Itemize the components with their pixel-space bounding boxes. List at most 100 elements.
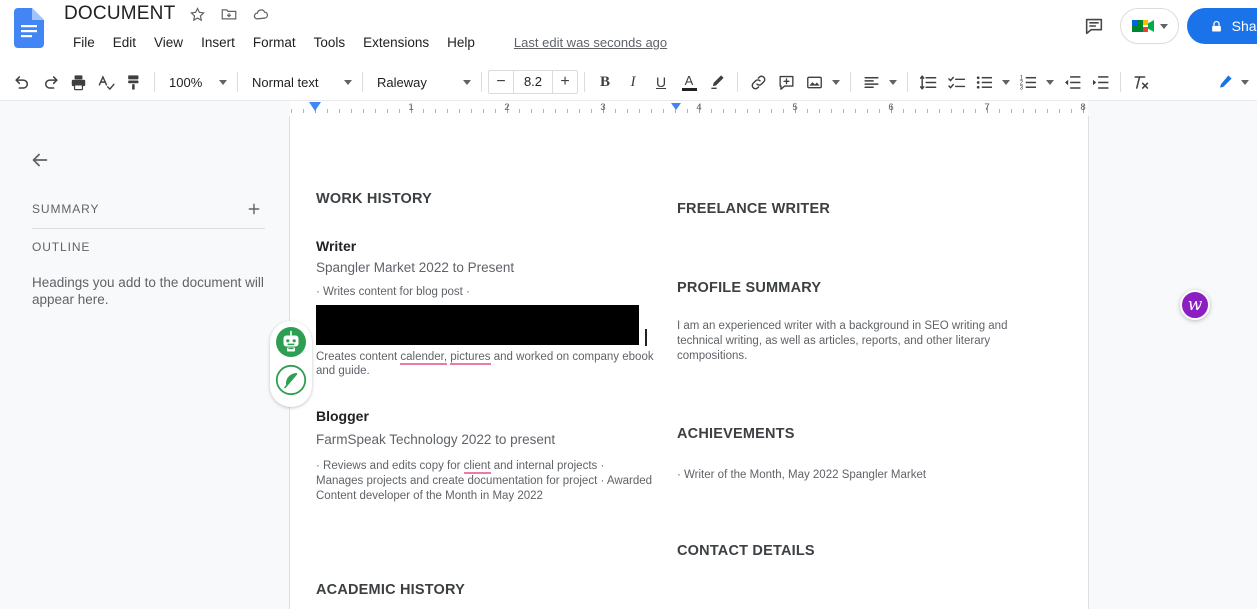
pencil-edit-icon[interactable] [1211, 68, 1239, 96]
font-size-input[interactable]: 8.2 [513, 71, 553, 93]
undo-icon[interactable] [8, 68, 36, 96]
chevron-down-icon [219, 79, 227, 85]
numbered-list-dropdown[interactable] [1042, 68, 1058, 96]
feather-quill-icon[interactable] [274, 363, 308, 397]
paragraph-style-value: Normal text [252, 74, 319, 90]
chevron-down-icon [344, 79, 352, 85]
toolbar-divider [907, 72, 908, 92]
last-edit-link[interactable]: Last edit was seconds ago [514, 33, 667, 53]
ruler-tick [291, 109, 292, 113]
page-title[interactable]: DOCUMENT [64, 3, 175, 25]
numbered-list-icon[interactable]: 1 2 3 [1014, 68, 1042, 96]
ruler-tick [951, 109, 952, 113]
profile-summary-heading: PROFILE SUMMARY [677, 280, 822, 296]
spelling-error[interactable]: calender, [400, 351, 448, 365]
ruler-tick [783, 109, 784, 113]
menu-help[interactable]: Help [438, 31, 484, 55]
job-description-blogger: · Reviews and edits copy for client and … [316, 459, 654, 504]
font-family-value: Raleway [377, 74, 427, 90]
google-meet-icon [1130, 15, 1156, 37]
decrease-font-size-button[interactable]: − [489, 71, 513, 93]
zoom-select[interactable]: 100% [161, 69, 231, 95]
back-arrow-icon[interactable] [24, 144, 56, 176]
paint-format-icon[interactable] [120, 68, 148, 96]
spelling-error[interactable]: client [463, 460, 491, 474]
formatting-toolbar: 100% Normal text Raleway − 8.2 + B I U A… [0, 64, 1257, 100]
plus-icon[interactable] [243, 198, 265, 220]
comment-history-icon[interactable] [1076, 8, 1112, 44]
ruler-tick [471, 109, 472, 113]
ruler-tick [867, 109, 868, 113]
cloud-saved-icon[interactable] [251, 4, 271, 24]
ruler-tick [639, 109, 640, 113]
ruler-tick [759, 109, 760, 113]
right-indent-marker[interactable] [671, 103, 681, 110]
document-page[interactable]: WORK HISTORY Writer Spangler Market 2022… [290, 116, 1088, 609]
align-dropdown[interactable] [885, 68, 901, 96]
star-icon[interactable] [187, 4, 207, 24]
font-family-select[interactable]: Raleway [369, 69, 475, 95]
wordtune-badge-icon[interactable]: w [1180, 290, 1210, 320]
header-actions: Share [1076, 8, 1257, 44]
checklist-icon[interactable] [942, 68, 970, 96]
menu-file[interactable]: File [64, 31, 104, 55]
google-meet-button[interactable] [1119, 8, 1179, 44]
move-to-folder-icon[interactable] [219, 4, 239, 24]
paragraph-style-select[interactable]: Normal text [244, 69, 356, 95]
menu-tools[interactable]: Tools [305, 31, 355, 55]
bold-button[interactable]: B [591, 68, 619, 96]
insert-image-icon[interactable] [800, 68, 828, 96]
document-left-column: WORK HISTORY Writer Spangler Market 2022… [316, 191, 658, 598]
clear-formatting-icon[interactable] [1127, 68, 1155, 96]
highlight-pen-icon[interactable] [703, 68, 731, 96]
ruler-tick [1059, 109, 1060, 113]
work-history-heading: WORK HISTORY [316, 191, 432, 207]
line-spacing-icon[interactable] [914, 68, 942, 96]
chevron-down-icon[interactable] [1241, 79, 1249, 85]
underline-label: U [655, 74, 667, 90]
zoom-value: 100% [169, 74, 203, 90]
share-label: Share [1231, 18, 1257, 34]
summary-label: SUMMARY [32, 202, 100, 216]
ruler-number: 7 [984, 102, 990, 113]
insert-image-dropdown[interactable] [828, 68, 844, 96]
ruler-tick [1023, 109, 1024, 113]
ruler-tick [399, 109, 400, 113]
increase-font-size-button[interactable]: + [553, 71, 577, 93]
menu-edit[interactable]: Edit [104, 31, 145, 55]
spelling-error[interactable]: pictures [450, 351, 491, 365]
redo-icon[interactable] [36, 68, 64, 96]
menu-view[interactable]: View [145, 31, 192, 55]
text-color-button[interactable]: A [675, 68, 703, 96]
google-docs-logo-icon[interactable] [14, 8, 44, 48]
chevron-down-icon [1046, 79, 1054, 85]
spellcheck-icon[interactable] [92, 68, 120, 96]
menu-extensions[interactable]: Extensions [354, 31, 438, 55]
menu-format[interactable]: Format [244, 31, 305, 55]
bulleted-list-dropdown[interactable] [998, 68, 1014, 96]
freelance-writer-heading: FREELANCE WRITER [677, 201, 831, 217]
left-indent-marker[interactable] [309, 102, 321, 111]
share-button[interactable]: Share [1186, 8, 1257, 44]
ruler-tick [1071, 109, 1072, 113]
align-left-icon[interactable] [857, 68, 885, 96]
bulleted-list-icon[interactable] [970, 68, 998, 96]
insert-link-icon[interactable] [744, 68, 772, 96]
italic-button[interactable]: I [619, 68, 647, 96]
ruler-tick [303, 109, 304, 113]
decrease-indent-icon[interactable] [1058, 68, 1086, 96]
ruler-tick [735, 109, 736, 113]
ruler-tick [543, 109, 544, 113]
menu-insert[interactable]: Insert [192, 31, 244, 55]
ruler-tick [771, 109, 772, 113]
toolbar-divider [481, 72, 482, 92]
underline-button[interactable]: U [647, 68, 675, 96]
sidebar-divider [32, 228, 265, 229]
increase-indent-icon[interactable] [1086, 68, 1114, 96]
robot-assistant-icon[interactable] [274, 325, 308, 359]
achievements-heading: ACHIEVEMENTS [677, 426, 795, 442]
ruler[interactable]: 1 2 3 4 5 6 7 8 [0, 100, 1257, 116]
toolbar-divider [154, 72, 155, 92]
add-comment-icon[interactable] [772, 68, 800, 96]
print-icon[interactable] [64, 68, 92, 96]
